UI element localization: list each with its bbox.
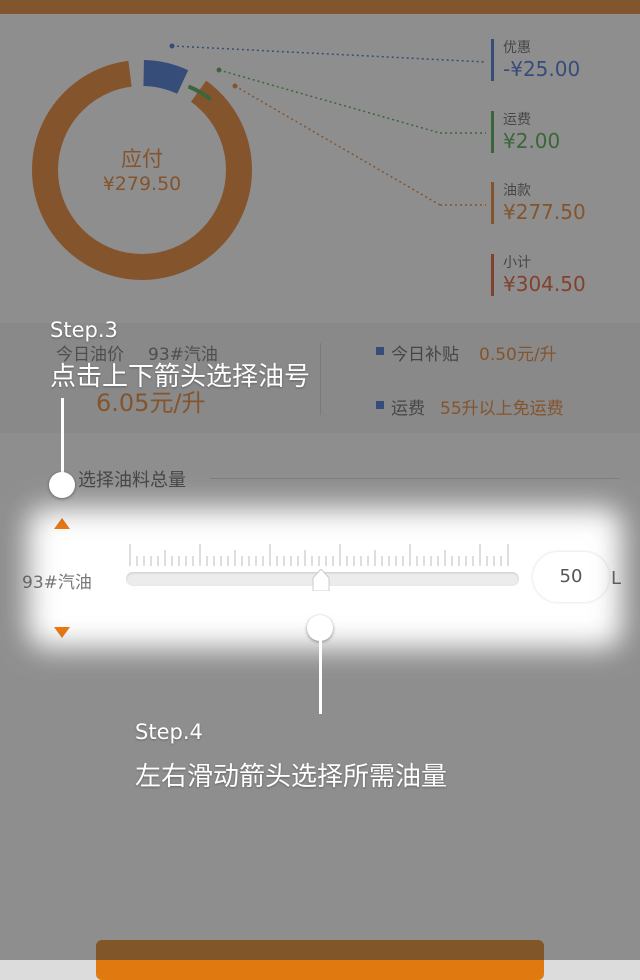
step3-pointer-dot bbox=[49, 472, 75, 498]
slider-ruler-ticks bbox=[129, 544, 509, 566]
shipping-label: 运费 bbox=[391, 399, 425, 419]
legend-fuel: 油款 ¥277.50 bbox=[491, 182, 640, 224]
payable-value: ¥279.50 bbox=[102, 173, 182, 195]
square-bullet-icon bbox=[376, 347, 384, 355]
fuel-amount-value[interactable]: 50 bbox=[533, 552, 609, 602]
legend-discount: 优惠 -¥25.00 bbox=[491, 39, 640, 81]
info-divider bbox=[320, 343, 321, 415]
square-bullet-icon bbox=[376, 401, 384, 409]
step4-pointer-line bbox=[319, 638, 322, 714]
donut-discount-segment bbox=[142, 60, 189, 94]
section-divider bbox=[210, 478, 620, 479]
submit-order-button[interactable] bbox=[96, 940, 544, 980]
fuel-type-value: 93#汽油 bbox=[22, 573, 92, 593]
legend-shipping: 运费 ¥2.00 bbox=[491, 111, 640, 153]
leader-shipping bbox=[218, 69, 441, 134]
leader-fuel bbox=[234, 85, 441, 206]
legend-subtotal-label: 小计 bbox=[503, 255, 531, 271]
slider-thumb[interactable] bbox=[312, 569, 330, 591]
arrow-down-icon[interactable] bbox=[54, 627, 70, 638]
subsidy-value: 0.50元/升 bbox=[479, 345, 557, 365]
step3-pointer-line bbox=[61, 398, 64, 476]
shipping-policy-value: 55升以上免运费 bbox=[440, 399, 564, 419]
legend-fuel-label: 油款 bbox=[503, 183, 531, 199]
leader-dot-shipping bbox=[216, 67, 222, 73]
order-page: 应付 ¥279.50 优惠 -¥25.00 运费 ¥2.00 油款 ¥277.5… bbox=[0, 0, 640, 980]
leader-dot-fuel bbox=[232, 83, 238, 89]
fuel-amount-unit: L bbox=[611, 568, 622, 589]
payable-title: 应付 bbox=[121, 147, 163, 171]
step4-instruction: 左右滑动箭头选择所需油量 bbox=[135, 762, 448, 792]
legend-discount-value: -¥25.00 bbox=[503, 57, 581, 81]
legend-subtotal-value: ¥304.50 bbox=[503, 272, 586, 296]
legend-fuel-value: ¥277.50 bbox=[503, 200, 586, 224]
leader-discount bbox=[171, 45, 487, 63]
legend-discount-label: 优惠 bbox=[503, 40, 531, 56]
fuel-amount-section-title: 选择油料总量 bbox=[78, 470, 186, 491]
legend-subtotal: 小计 ¥304.50 bbox=[491, 254, 640, 296]
step4-title: Step.4 bbox=[135, 720, 203, 744]
step3-title: Step.3 bbox=[50, 318, 118, 342]
subsidy-label: 今日补贴 bbox=[391, 345, 459, 365]
legend-shipping-label: 运费 bbox=[503, 112, 531, 128]
leader-dot-discount bbox=[169, 43, 175, 49]
arrow-up-icon[interactable] bbox=[54, 518, 70, 529]
step3-instruction: 点击上下箭头选择油号 bbox=[50, 362, 311, 392]
legend-shipping-value: ¥2.00 bbox=[503, 129, 561, 153]
